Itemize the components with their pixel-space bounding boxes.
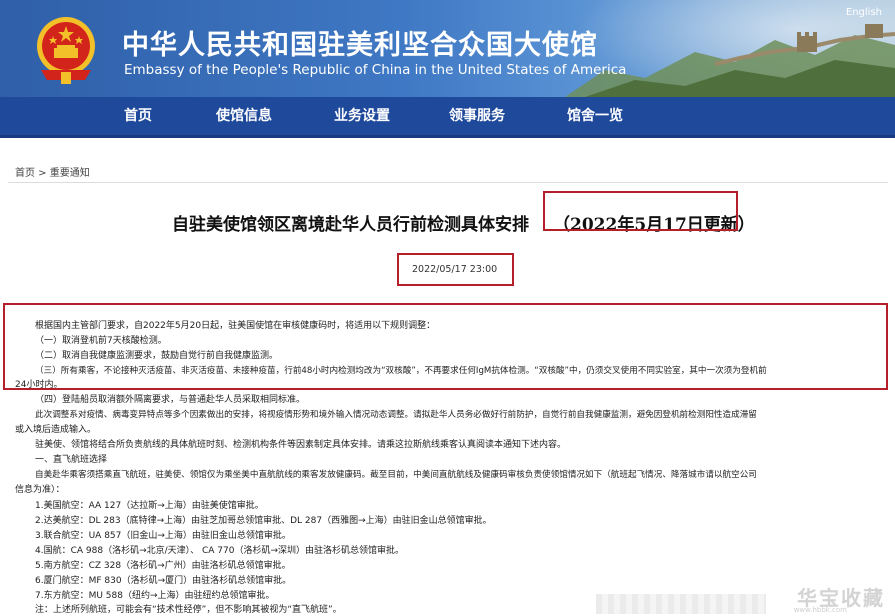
rule-item-continued: 24小时内。 [15,380,63,390]
english-language-link[interactable]: English [846,7,882,18]
site-title-chinese: 中华人民共和国驻美利坚合众国大使馆 [122,30,598,61]
watermark-url: www.hbbk.com [793,606,847,614]
flight-item: 2.达美航空：DL 283（底特律→上海）由驻芝加哥总领馆审批、DL 287（西… [35,516,492,526]
flight-item: 5.南方航空：CZ 328（洛杉矶→广州）由驻洛杉矶总领馆审批。 [35,561,291,571]
rule-item: （二）取消自我健康监测要求，鼓励自觉行前自我健康监测。 [35,351,279,361]
nav-buildings[interactable]: 馆舍一览 [567,105,623,125]
section-heading: 一、直飞航班选择 [35,455,108,465]
site-title-english: Embassy of the People's Republic of Chin… [124,62,627,78]
nav-consular-services[interactable]: 领事服务 [449,105,505,125]
blurred-region [596,594,766,614]
nav-home[interactable]: 首页 [124,105,152,125]
header-banner: 中华人民共和国驻美利坚合众国大使馆 Embassy of the People'… [0,0,895,97]
paragraph: 自美赴华乘客须搭乘直飞航班，驻美使、领馆仅为乘坐美中直航航线的乘客发放健康码。截… [35,470,757,480]
paragraph: 或入境后造成输入。 [15,425,97,435]
highlight-box-update [543,191,738,231]
main-navigation: 首页 使馆信息 业务设置 领事服务 馆舍一览 [0,97,895,138]
nav-services[interactable]: 业务设置 [334,105,390,125]
note: 注：上述所列航班，可能会有“技术性经停”，但不影响其被视为“直飞航班”。 [35,605,342,615]
flight-item: 4.国航：CA 988（洛杉矶→北京/天津）、 CA 770（洛杉矶→深圳）由驻… [35,546,405,556]
national-emblem-icon [37,17,95,84]
rule-item: （三）所有乘客，不论接种灭活疫苗、非灭活疫苗、未接种疫苗，行前48小时内检测均改… [35,366,767,376]
divider [8,182,888,183]
paragraph: （四）登陆船员取消额外隔离要求，与普通赴华人员采取相同标准。 [35,395,306,405]
highlight-box-date [397,253,514,286]
flight-item: 6.厦门航空：MF 830（洛杉矶→厦门）由驻洛杉矶总领馆审批。 [35,576,292,586]
rules-intro: 根据国内主管部门要求，自2022年5月20日起，驻美国使馆在审核健康码时，将适用… [35,321,436,331]
paragraph: 驻美使、领馆将结合所负责航线的具体航班时刻、检测机构条件等因素制定具体安排。请乘… [35,440,567,450]
breadcrumb[interactable]: 首页 > 重要通知 [15,164,90,179]
flight-item: 3.联合航空：UA 857（旧金山→上海）由驻旧金山总领馆审批。 [35,531,291,541]
flight-item: 1.美国航空：AA 127（达拉斯→上海）由驻美使馆审批。 [35,501,264,511]
paragraph: 信息为准）： [15,485,65,495]
article-title: 自驻美使馆领区离境赴华人员行前检测具体安排 [172,215,529,235]
nav-embassy-info[interactable]: 使馆信息 [216,105,272,125]
rule-item: （一）取消登机前7天核酸检测。 [35,336,167,346]
flight-item: 7.东方航空：MU 588（纽约→上海）由驻纽约总领馆审批。 [35,591,275,601]
paragraph: 此次调整系对疫情、病毒变异特点等多个因素做出的安排，将视疫情形势和境外输入情况动… [35,410,757,420]
